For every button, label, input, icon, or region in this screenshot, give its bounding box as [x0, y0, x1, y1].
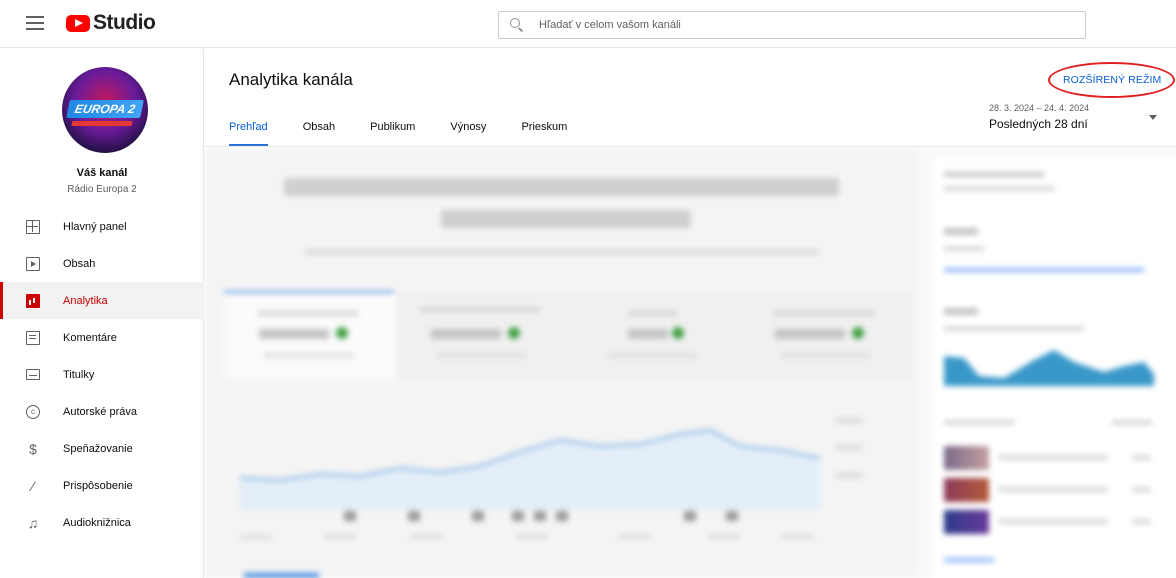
- channel-avatar[interactable]: EUROPA 2: [62, 67, 148, 153]
- sidebar-item-label: Komentáre: [63, 331, 117, 344]
- top-bar: Studio: [0, 0, 1176, 48]
- date-period-select[interactable]: Posledných 28 dní: [989, 117, 1088, 131]
- sidebar-item-monetization[interactable]: $ Speňažovanie: [0, 430, 204, 467]
- search-icon[interactable]: [510, 18, 524, 32]
- youtube-logo-icon: [66, 14, 90, 32]
- analytics-icon: [26, 293, 40, 308]
- comments-icon: [26, 330, 40, 345]
- subtitles-icon: [26, 369, 40, 380]
- sidebar-item-customization[interactable]: ⁄ Prispôsobenie: [0, 467, 204, 504]
- sidebar-item-label: Autorské práva: [63, 405, 137, 418]
- blurred-headline: [284, 178, 839, 196]
- customization-icon: ⁄: [31, 477, 35, 494]
- blurred-marker: [472, 511, 484, 521]
- tab-audience[interactable]: Publikum: [370, 121, 415, 147]
- tab-revenue[interactable]: Výnosy: [450, 121, 486, 147]
- avatar-wordmark: EUROPA 2: [66, 100, 144, 118]
- copyright-icon: c: [26, 404, 40, 419]
- date-range-label: 28. 3. 2024 – 24. 4. 2024: [989, 103, 1090, 113]
- tabs-divider: [204, 146, 1176, 147]
- blurred-marker: [684, 511, 696, 521]
- sidebar-item-analytics[interactable]: Analytika: [0, 282, 204, 319]
- blurred-metric-card: [224, 293, 396, 378]
- sidebar-item-content[interactable]: Obsah: [0, 245, 204, 282]
- blurred-headline: [441, 210, 691, 228]
- blurred-marker: [512, 511, 524, 521]
- sidebar-item-label: Titulky: [63, 368, 95, 381]
- sidebar-nav: Hlavný panel Obsah Analytika Komentáre T…: [0, 208, 204, 541]
- blurred-axis-label: [708, 535, 740, 539]
- channel-name: Rádio Europa 2: [67, 184, 137, 195]
- monetization-icon: $: [29, 440, 37, 457]
- chevron-down-icon[interactable]: [1149, 115, 1157, 120]
- blurred-axis-label: [836, 445, 862, 450]
- sidebar-item-dashboard[interactable]: Hlavný panel: [0, 208, 204, 245]
- sidebar-item-comments[interactable]: Komentáre: [0, 319, 204, 356]
- dashboard-icon: [26, 219, 40, 234]
- blurred-realtime-panel: [934, 158, 1176, 578]
- tab-content[interactable]: Obsah: [303, 121, 335, 147]
- blurred-axis-label: [782, 535, 814, 539]
- tab-research[interactable]: Prieskum: [521, 121, 567, 147]
- blurred-metric-card: [396, 293, 568, 378]
- blurred-metric-card: [568, 293, 740, 378]
- blurred-axis-label: [240, 535, 272, 539]
- blurred-axis-label: [410, 535, 442, 539]
- sidebar-item-copyright[interactable]: c Autorské práva: [0, 393, 204, 430]
- sidebar-item-label: Hlavný panel: [63, 220, 127, 233]
- analytics-tabs: Prehľad Obsah Publikum Výnosy Prieskum: [229, 121, 602, 147]
- blurred-marker: [726, 511, 738, 521]
- blurred-overview-panel: [204, 148, 918, 578]
- sidebar-item-label: Analytika: [63, 294, 108, 307]
- blurred-marker: [534, 511, 546, 521]
- blurred-line-chart: [240, 428, 820, 510]
- content-icon: [26, 256, 40, 271]
- blurred-analytics-content: [204, 148, 1176, 578]
- channel-title: Váš kanál: [76, 167, 128, 179]
- tab-overview[interactable]: Prehľad: [229, 121, 268, 147]
- search-box[interactable]: [498, 11, 1086, 39]
- avatar-streak: [71, 121, 133, 126]
- blurred-axis-label: [836, 418, 862, 423]
- sidebar-item-audio-library[interactable]: ♫ Audioknižnica: [0, 504, 204, 541]
- sidebar-item-subtitles[interactable]: Titulky: [0, 356, 204, 393]
- page-title: Analytika kanála: [229, 70, 353, 89]
- audio-library-icon: ♫: [27, 514, 39, 531]
- sidebar-item-label: Obsah: [63, 257, 96, 270]
- blurred-marker: [408, 511, 420, 521]
- studio-logo-text: Studio: [93, 11, 156, 34]
- blurred-marker: [344, 511, 356, 521]
- blurred-axis-label: [516, 535, 548, 539]
- sidebar-item-label: Audioknižnica: [63, 516, 131, 529]
- studio-logo[interactable]: Studio: [66, 11, 156, 35]
- blurred-metric-card: [740, 293, 912, 378]
- sidebar-item-label: Prispôsobenie: [63, 479, 133, 492]
- blurred-axis-label: [324, 535, 356, 539]
- blurred-axis-label: [836, 473, 862, 478]
- blurred-axis-label: [618, 535, 650, 539]
- sidebar-item-label: Speňažovanie: [63, 442, 133, 455]
- advanced-mode-button[interactable]: ROZŠÍRENÝ REŽIM: [1053, 69, 1171, 91]
- blurred-subline: [304, 249, 819, 255]
- sidebar: EUROPA 2 Váš kanál Rádio Europa 2 Hlavný…: [0, 49, 204, 578]
- menu-icon[interactable]: [26, 16, 44, 30]
- blurred-marker: [556, 511, 568, 521]
- blurred-link: [244, 573, 319, 578]
- search-input[interactable]: [539, 19, 1059, 31]
